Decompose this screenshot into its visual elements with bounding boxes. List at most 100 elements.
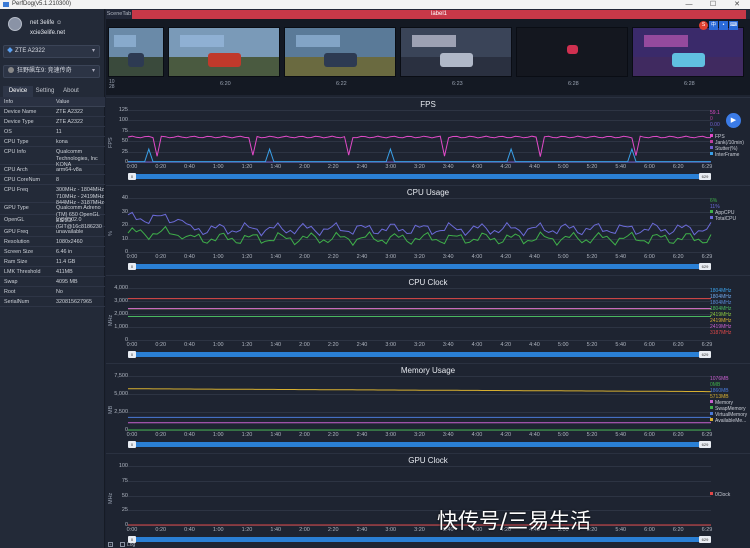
play-icon[interactable]: ▶ — [726, 113, 741, 128]
expand-icon[interactable]: + — [108, 542, 113, 547]
x-tick-label: 3:40 — [442, 254, 454, 260]
info-value: 6.46 in — [56, 249, 73, 255]
x-tick-label: 3:40 — [442, 432, 454, 438]
legend-item[interactable]: InterFrame — [710, 152, 750, 158]
range-handle-end[interactable]: 629 — [699, 441, 711, 448]
legend-item[interactable]: 0Clock — [710, 492, 750, 498]
table-row: OpenGL V@0502.0 (GIT@16c8186230 — [0, 215, 105, 230]
table-row: Device Name ZTE A2322 — [0, 107, 105, 117]
info-key: CPU CoreNum — [4, 177, 40, 183]
range-handle-end[interactable]: 629 — [699, 263, 711, 270]
y-tick-label: 5,000 — [114, 391, 128, 397]
series-line — [127, 211, 712, 237]
tab-setting[interactable]: Setting — [33, 86, 57, 97]
x-tick-label: 5:20 — [586, 164, 598, 170]
time-range-slider[interactable]: 0 629 — [128, 441, 711, 448]
info-value: arm64-v8a — [56, 167, 82, 173]
scene-tab[interactable]: SceneTab — [106, 9, 132, 19]
y-tick-label: 75 — [121, 477, 128, 484]
screenshot-thumb[interactable] — [108, 27, 164, 77]
x-tick-label: 0:00 — [126, 164, 138, 170]
y-tick-label: 0 — [124, 249, 128, 255]
legend-swatch — [710, 146, 713, 149]
x-tick-label: 0:40 — [184, 342, 195, 348]
x-tick-label: 2:40 — [356, 254, 368, 260]
info-value: 4095 MB — [56, 279, 78, 285]
range-handle-start[interactable]: 0 — [128, 173, 136, 180]
x-tick-label: 3:20 — [414, 254, 425, 260]
legend-label: InterFrame — [715, 152, 740, 158]
x-tick-label: 1:00 — [212, 164, 224, 170]
info-key: CPU Info — [4, 149, 26, 155]
thumb-time: 6:22 — [336, 81, 347, 87]
plot-area — [127, 211, 712, 247]
keyboard-icon[interactable]: ⌨ — [729, 21, 738, 30]
x-tick-label: 2:40 — [356, 342, 368, 348]
scene-label-bar[interactable]: label1 — [132, 10, 746, 19]
device-icon — [7, 47, 13, 53]
table-row: Screen Size 6.46 in — [0, 247, 105, 257]
close-button[interactable]: ✕ — [726, 0, 748, 9]
window-title: PerfDog(v5.1.210300) — [12, 1, 72, 7]
tab-about[interactable]: About — [57, 86, 85, 97]
x-tick-label: 5:00 — [557, 342, 569, 348]
x-tick-label: 0:20 — [155, 527, 167, 533]
user-card: net 3elife ☺ xcie3elife.net — [4, 14, 104, 42]
log-checkbox[interactable] — [120, 542, 125, 547]
avatar[interactable] — [8, 17, 22, 31]
x-tick-label: 5:40 — [615, 164, 627, 170]
app-select-value: 狂野飙车9: 竞速传奇 — [17, 68, 72, 74]
tab-device[interactable]: Device — [3, 86, 33, 97]
chevron-down-icon: ▾ — [91, 68, 95, 74]
time-range-slider[interactable]: 0 629 — [128, 351, 711, 358]
punct-button[interactable]: • — [719, 21, 728, 30]
x-tick-label: 6:20 — [672, 527, 684, 533]
screenshot-thumb[interactable] — [168, 27, 280, 77]
x-tick-label: 0:00 — [126, 432, 138, 438]
x-tick-label: 1:00 — [212, 432, 224, 438]
legend-swatch — [710, 216, 713, 219]
time-range-slider[interactable]: 0 629 — [128, 173, 711, 180]
x-tick-label: 6:00 — [644, 164, 655, 170]
chart-legend: 6% 11% AppCPU TotalCPU — [710, 198, 750, 222]
x-tick-label: 2:20 — [327, 254, 339, 260]
range-handle-end[interactable]: 629 — [699, 173, 711, 180]
screenshot-thumb[interactable] — [516, 27, 628, 77]
x-tick-label: 2:00 — [299, 342, 310, 348]
legend-item[interactable]: AvailableMe... — [710, 418, 750, 424]
range-handle-start[interactable]: 0 — [128, 263, 136, 270]
screenshot-thumb[interactable] — [284, 27, 396, 77]
user-email: xcie3elife.net — [30, 30, 66, 36]
ime-mode-button[interactable]: 中 — [709, 21, 718, 30]
main-panel: SceneTab label1 10 28 6:20 6:22 6:23 6:28… — [106, 9, 750, 548]
x-tick-label: 5:40 — [615, 342, 627, 348]
sogou-icon[interactable]: S — [699, 21, 708, 30]
time-range-slider[interactable]: 0 629 — [128, 263, 711, 270]
x-tick-label: 6:29 — [701, 342, 713, 348]
maximize-button[interactable]: ☐ — [702, 0, 724, 9]
app-select[interactable]: 狂野飙车9: 竞速传奇 ▾ — [3, 65, 100, 78]
range-handle-start[interactable]: 0 — [128, 351, 136, 358]
legend-item[interactable]: TotalCPU — [710, 216, 750, 222]
minimize-button[interactable]: — — [678, 0, 700, 9]
range-handle-start[interactable]: 0 — [128, 441, 136, 448]
x-tick-label: 4:20 — [500, 432, 512, 438]
screenshot-thumb[interactable] — [400, 27, 512, 77]
y-tick-label: 7,500 — [114, 373, 128, 379]
x-tick-label: 1:00 — [212, 342, 224, 348]
range-handle-end[interactable]: 629 — [699, 351, 711, 358]
y-tick-label: 100 — [118, 117, 128, 124]
screenshot-thumb[interactable] — [632, 27, 744, 77]
info-key: LMK Threshold — [4, 269, 41, 275]
x-tick-label: 5:00 — [557, 432, 569, 438]
y-tick-label: 40 — [121, 195, 128, 201]
device-select[interactable]: ZTE A2322 ▾ — [3, 45, 100, 58]
x-tick-label: 4:40 — [529, 342, 540, 348]
y-tick-label: 50 — [121, 492, 128, 499]
x-tick-label: 4:40 — [529, 254, 540, 260]
info-value: 411MB — [56, 269, 73, 275]
chart-legend: 1076MB 0MB 1860MB 5713MB Memory SwapMemory Vir… — [710, 376, 750, 424]
legend-swatch — [710, 400, 713, 403]
x-tick-label: 1:40 — [270, 527, 282, 533]
x-tick-label: 6:00 — [644, 432, 655, 438]
